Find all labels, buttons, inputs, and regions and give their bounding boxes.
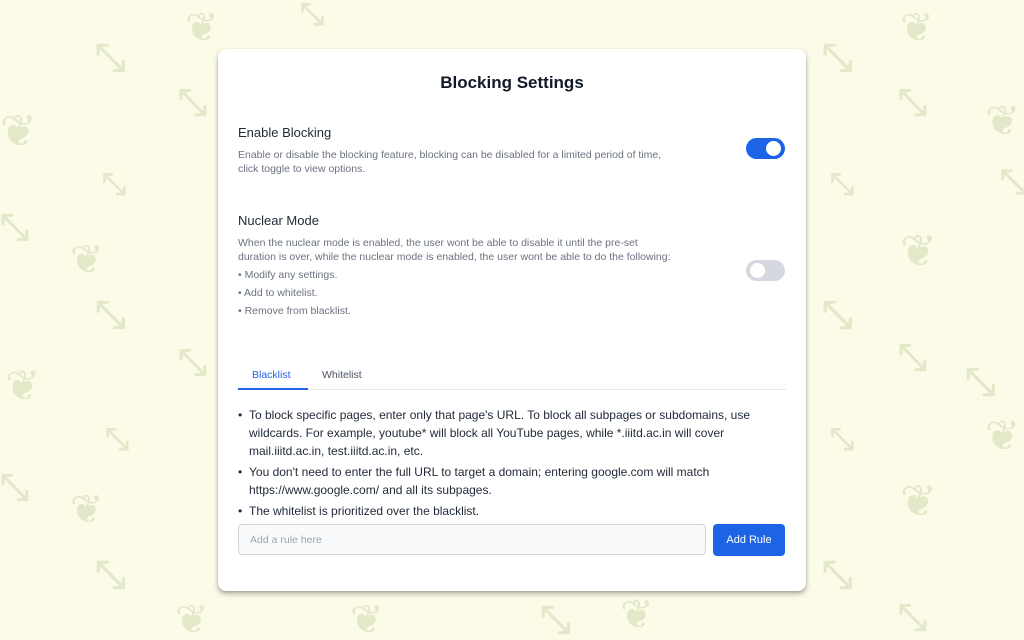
leaf-branch-icon: ❦: [985, 411, 1021, 460]
leaf-branch-icon: ❦: [185, 5, 219, 51]
leaf-branch-icon: ❦: [900, 5, 934, 51]
leaf-branch-icon: ❦: [70, 487, 104, 533]
compress-arrows-icon: ⤡: [0, 467, 29, 508]
nuclear-mode-title: Nuclear Mode: [238, 213, 319, 228]
compress-arrows-icon: ⤡: [822, 35, 853, 79]
leaf-branch-icon: ❦: [0, 106, 37, 157]
leaf-branch-icon: ❦: [900, 226, 937, 277]
list-tabs: Blacklist Whitelist: [238, 365, 786, 390]
blocking-settings-card: Blocking Settings Enable Blocking Enable…: [218, 49, 806, 591]
compress-arrows-icon: ⤡: [95, 292, 126, 336]
leaf-branch-icon: ❦: [175, 597, 209, 640]
compress-arrows-icon: ⤡: [95, 552, 126, 596]
leaf-branch-icon: ❦: [620, 592, 654, 638]
leaf-branch-icon: ❦: [350, 597, 384, 640]
enable-blocking-title: Enable Blocking: [238, 125, 332, 140]
add-rule-button[interactable]: Add Rule: [713, 524, 785, 556]
tab-blacklist[interactable]: Blacklist: [252, 369, 291, 381]
blacklist-help-list: To block specific pages, enter only that…: [238, 406, 788, 523]
active-tab-indicator: [238, 388, 308, 390]
restriction-item: Modify any settings.: [238, 268, 678, 282]
nuclear-mode-description: When the nuclear mode is enabled, the us…: [238, 237, 671, 263]
compress-arrows-icon: ⤡: [95, 35, 126, 79]
compress-arrows-icon: ⤡: [830, 167, 854, 202]
enable-blocking-toggle[interactable]: [746, 138, 785, 159]
nuclear-mode-toggle[interactable]: [746, 260, 785, 281]
rule-input[interactable]: [238, 524, 706, 555]
compress-arrows-icon: ⤡: [822, 292, 853, 336]
leaf-branch-icon: ❦: [985, 96, 1021, 145]
tab-whitelist[interactable]: Whitelist: [322, 369, 362, 381]
help-item: You don't need to enter the full URL to …: [238, 463, 788, 499]
compress-arrows-icon: ⤡: [105, 422, 129, 457]
compress-arrows-icon: ⤡: [102, 167, 126, 202]
help-item: The whitelist is prioritized over the bl…: [238, 502, 788, 520]
toggle-knob: [766, 141, 781, 156]
compress-arrows-icon: ⤡: [300, 0, 324, 32]
compress-arrows-icon: ⤡: [0, 207, 29, 248]
restriction-item: Remove from blacklist.: [238, 304, 678, 318]
leaf-branch-icon: ❦: [900, 476, 937, 527]
leaf-branch-icon: ❦: [5, 361, 41, 410]
compress-arrows-icon: ⤡: [178, 342, 207, 383]
enable-blocking-description: Enable or disable the blocking feature, …: [238, 149, 662, 175]
compress-arrows-icon: ⤡: [898, 597, 927, 638]
nuclear-mode-section: When the nuclear mode is enabled, the us…: [238, 236, 678, 318]
compress-arrows-icon: ⤡: [965, 359, 996, 403]
compress-arrows-icon: ⤡: [1000, 162, 1024, 202]
leaf-branch-icon: ❦: [70, 237, 104, 283]
compress-arrows-icon: ⤡: [178, 82, 207, 123]
compress-arrows-icon: ⤡: [540, 597, 571, 640]
compress-arrows-icon: ⤡: [822, 552, 853, 596]
compress-arrows-icon: ⤡: [830, 422, 854, 457]
toggle-knob: [750, 263, 765, 278]
compress-arrows-icon: ⤡: [898, 337, 927, 378]
nuclear-restrictions-list: Modify any settings. Add to whitelist. R…: [238, 268, 678, 318]
help-item: To block specific pages, enter only that…: [238, 406, 788, 460]
compress-arrows-icon: ⤡: [898, 82, 927, 123]
page-title: Blocking Settings: [440, 73, 584, 92]
restriction-item: Add to whitelist.: [238, 286, 678, 300]
